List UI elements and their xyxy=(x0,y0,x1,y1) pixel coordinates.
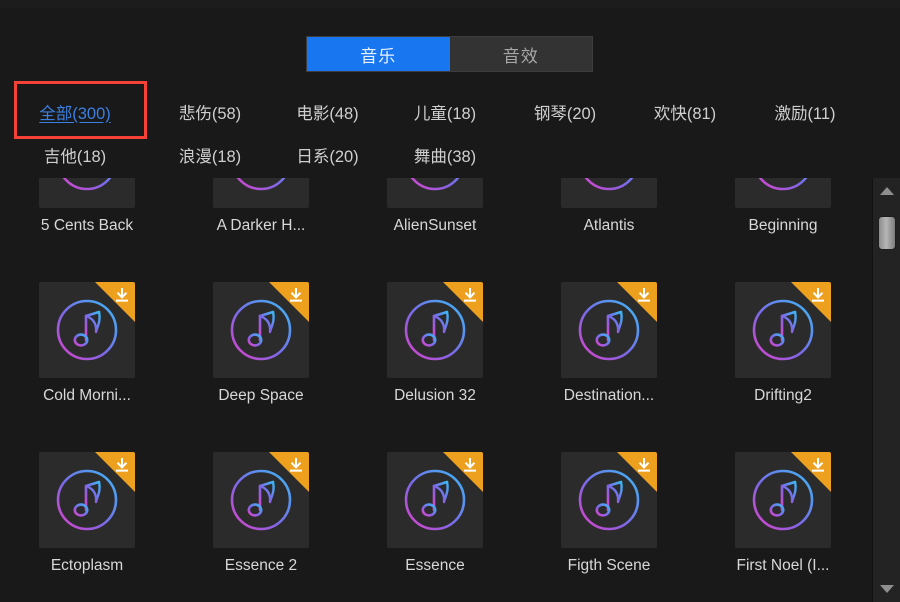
music-card-thumbnail[interactable] xyxy=(561,178,657,208)
category-row-1: 全部(300) 悲伤(58) 电影(48) 儿童(18) 钢琴(20) 欢快(8… xyxy=(0,90,880,133)
download-icon[interactable] xyxy=(269,282,309,322)
download-icon[interactable] xyxy=(617,282,657,322)
music-card-thumbnail[interactable] xyxy=(39,282,135,378)
music-card[interactable]: Essence xyxy=(348,438,522,602)
category-all[interactable]: 全部(300) xyxy=(0,100,150,124)
music-card[interactable]: 5 Cents Back xyxy=(0,178,174,268)
music-grid-row: 5 Cents Back A Darker H... AlienSunset A… xyxy=(0,178,872,268)
music-card[interactable]: Deep Space xyxy=(174,268,348,438)
music-card-thumbnail[interactable] xyxy=(561,452,657,548)
music-card-thumbnail[interactable] xyxy=(735,282,831,378)
music-card-thumbnail[interactable] xyxy=(735,452,831,548)
music-card-thumbnail[interactable] xyxy=(387,282,483,378)
music-card-thumbnail[interactable] xyxy=(735,178,831,208)
download-icon[interactable] xyxy=(95,282,135,322)
music-card-title: First Noel (I... xyxy=(736,557,830,574)
music-card[interactable]: First Noel (I... xyxy=(696,438,870,602)
download-icon[interactable] xyxy=(443,282,483,322)
music-card-title: Ectoplasm xyxy=(50,557,124,574)
music-card-title: Delusion 32 xyxy=(394,387,476,404)
category-cheerful[interactable]: 欢快(81) xyxy=(625,100,745,124)
category-movie[interactable]: 电影(48) xyxy=(270,100,385,124)
music-card[interactable]: Ectoplasm xyxy=(0,438,174,602)
window-top-strip xyxy=(0,0,900,8)
download-icon[interactable] xyxy=(791,282,831,322)
music-grid: 5 Cents Back A Darker H... AlienSunset A… xyxy=(0,178,872,602)
scroll-up-arrow-icon[interactable] xyxy=(873,180,900,202)
scroll-down-arrow-icon[interactable] xyxy=(873,578,900,600)
music-card[interactable]: Destination... xyxy=(522,268,696,438)
music-card-title: Cold Morni... xyxy=(43,387,131,404)
music-card-title: Beginning xyxy=(748,217,818,234)
music-card[interactable]: Atlantis xyxy=(522,178,696,268)
music-card[interactable]: Beginning xyxy=(696,178,870,268)
category-guitar[interactable]: 吉他(18) xyxy=(0,143,150,167)
music-card-title: AlienSunset xyxy=(393,217,477,234)
media-type-tabbar: 音乐 音效 xyxy=(306,36,593,72)
music-card[interactable]: Delusion 32 xyxy=(348,268,522,438)
scrollbar-thumb[interactable] xyxy=(878,216,896,250)
tab-sound-effects[interactable]: 音效 xyxy=(449,37,592,71)
music-grid-row: Cold Morni... Deep Space Delusion 32 Des… xyxy=(0,268,872,438)
tab-music[interactable]: 音乐 xyxy=(307,37,450,71)
music-card-thumbnail[interactable] xyxy=(387,452,483,548)
category-romantic[interactable]: 浪漫(18) xyxy=(150,143,270,167)
category-piano[interactable]: 钢琴(20) xyxy=(505,100,625,124)
music-card-title: Figth Scene xyxy=(567,557,651,574)
music-card-title: A Darker H... xyxy=(216,217,306,234)
category-inspiring[interactable]: 激励(11) xyxy=(745,100,865,124)
music-note-icon xyxy=(410,178,460,191)
music-card[interactable]: Drifting2 xyxy=(696,268,870,438)
music-grid-row: Ectoplasm Essence 2 Essence Figth Scene … xyxy=(0,438,872,602)
download-icon[interactable] xyxy=(269,452,309,492)
category-row-2: 吉他(18) 浪漫(18) 日系(20) 舞曲(38) xyxy=(0,133,880,176)
music-card-thumbnail[interactable] xyxy=(561,282,657,378)
music-card[interactable]: Cold Morni... xyxy=(0,268,174,438)
music-card-thumbnail[interactable] xyxy=(39,178,135,208)
music-card-thumbnail[interactable] xyxy=(213,178,309,208)
music-note-icon xyxy=(584,178,634,191)
music-card-thumbnail[interactable] xyxy=(39,452,135,548)
music-card-title: Essence 2 xyxy=(224,557,298,574)
category-filter-list: 全部(300) 悲伤(58) 电影(48) 儿童(18) 钢琴(20) 欢快(8… xyxy=(0,90,880,176)
music-card-title: Deep Space xyxy=(218,387,304,404)
category-sad[interactable]: 悲伤(58) xyxy=(150,100,270,124)
music-card-thumbnail[interactable] xyxy=(213,282,309,378)
music-note-icon xyxy=(758,178,808,191)
download-icon[interactable] xyxy=(95,452,135,492)
music-card[interactable]: AlienSunset xyxy=(348,178,522,268)
music-card-thumbnail[interactable] xyxy=(387,178,483,208)
music-card[interactable]: A Darker H... xyxy=(174,178,348,268)
download-icon[interactable] xyxy=(617,452,657,492)
download-icon[interactable] xyxy=(791,452,831,492)
music-library-panel: 音乐 音效 全部(300) 悲伤(58) 电影(48) 儿童(18) 钢琴(20… xyxy=(0,0,900,602)
music-card-thumbnail[interactable] xyxy=(213,452,309,548)
vertical-scrollbar[interactable] xyxy=(872,178,900,602)
music-card-title: Atlantis xyxy=(583,217,635,234)
music-grid-viewport: 5 Cents Back A Darker H... AlienSunset A… xyxy=(0,178,872,602)
download-icon[interactable] xyxy=(443,452,483,492)
music-card[interactable]: Essence 2 xyxy=(174,438,348,602)
music-card-title: Essence xyxy=(405,557,465,574)
music-card[interactable]: Figth Scene xyxy=(522,438,696,602)
music-card-title: Drifting2 xyxy=(754,387,812,404)
music-card-title: 5 Cents Back xyxy=(40,217,134,234)
music-card-title: Destination... xyxy=(563,387,655,404)
category-children[interactable]: 儿童(18) xyxy=(385,100,505,124)
music-note-icon xyxy=(236,178,286,191)
category-dance[interactable]: 舞曲(38) xyxy=(385,143,505,167)
music-note-icon xyxy=(62,178,112,191)
category-japanese[interactable]: 日系(20) xyxy=(270,143,385,167)
